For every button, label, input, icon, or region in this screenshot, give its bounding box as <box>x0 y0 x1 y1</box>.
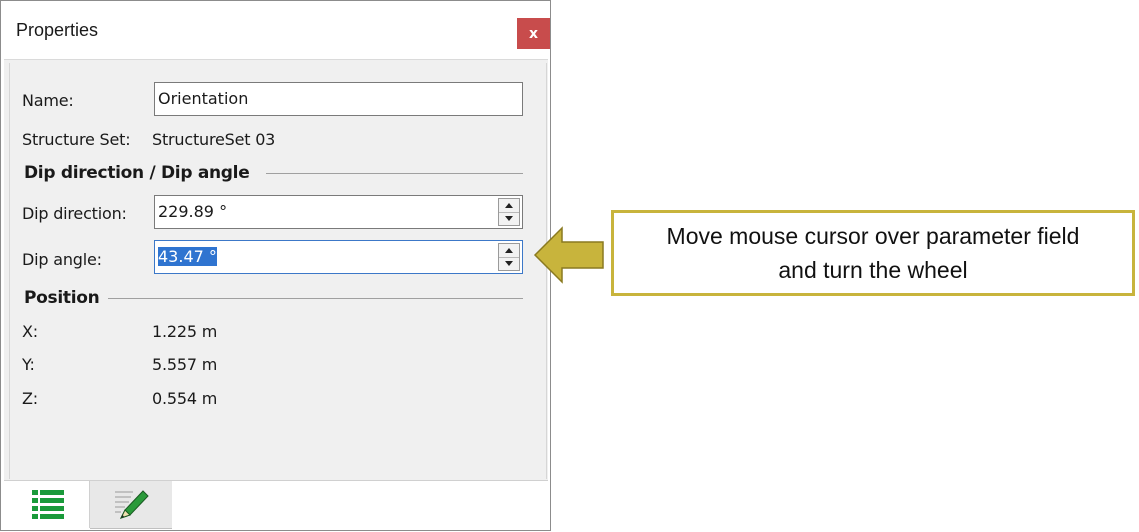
y-value: 5.557 m <box>152 355 218 374</box>
dip-angle-label: Dip angle: <box>22 250 102 269</box>
y-label: Y: <box>22 355 35 374</box>
dip-angle-field[interactable]: 43.47 ° <box>154 240 523 274</box>
arrow-down-icon <box>505 261 513 266</box>
callout-text-line1: Move mouse cursor over parameter field <box>666 223 1080 249</box>
instruction-callout: Move mouse cursor over parameter field a… <box>611 210 1135 296</box>
z-label: Z: <box>22 389 38 408</box>
list-icon <box>32 489 64 519</box>
callout-arrow-icon <box>533 226 604 284</box>
position-section-header: Position <box>24 288 100 308</box>
dip-direction-spinner[interactable] <box>498 198 520 226</box>
tab-edit[interactable] <box>90 481 172 529</box>
z-value: 0.554 m <box>152 389 218 408</box>
title-bar: Properties x <box>1 1 550 57</box>
name-label: Name: <box>22 91 74 110</box>
name-field[interactable]: Orientation <box>154 82 523 116</box>
tab-properties[interactable] <box>7 481 90 528</box>
edit-pencil-icon <box>115 489 149 519</box>
properties-panel: Properties x Name: Orientation Structure… <box>0 0 551 531</box>
dip-direction-value: 229.89 ° <box>158 202 228 221</box>
dip-direction-label: Dip direction: <box>22 204 127 223</box>
dip-angle-decrement[interactable] <box>499 257 519 270</box>
properties-content: Name: Orientation Structure Set: Structu… <box>4 59 548 480</box>
callout-text-line2: and turn the wheel <box>778 257 968 283</box>
dip-section-divider <box>266 173 523 174</box>
arrow-down-icon <box>505 216 513 221</box>
dip-direction-decrement[interactable] <box>499 212 519 225</box>
dip-angle-increment[interactable] <box>499 244 519 258</box>
dip-section-header: Dip direction / Dip angle <box>24 163 250 183</box>
x-value: 1.225 m <box>152 322 218 341</box>
properties-form: Name: Orientation Structure Set: Structu… <box>9 63 547 479</box>
dip-angle-value: 43.47 ° <box>158 247 217 266</box>
arrow-up-icon <box>505 203 513 208</box>
tab-bar <box>4 480 548 529</box>
structure-set-label: Structure Set: <box>22 130 131 149</box>
dip-angle-spinner[interactable] <box>498 243 520 271</box>
x-label: X: <box>22 322 38 341</box>
arrow-up-icon <box>505 248 513 253</box>
structure-set-value: StructureSet 03 <box>152 130 276 149</box>
dip-direction-increment[interactable] <box>499 199 519 213</box>
close-button[interactable]: x <box>517 18 550 49</box>
position-section-divider <box>108 298 523 299</box>
dip-direction-field[interactable]: 229.89 ° <box>154 195 523 229</box>
window-title: Properties <box>16 20 99 40</box>
